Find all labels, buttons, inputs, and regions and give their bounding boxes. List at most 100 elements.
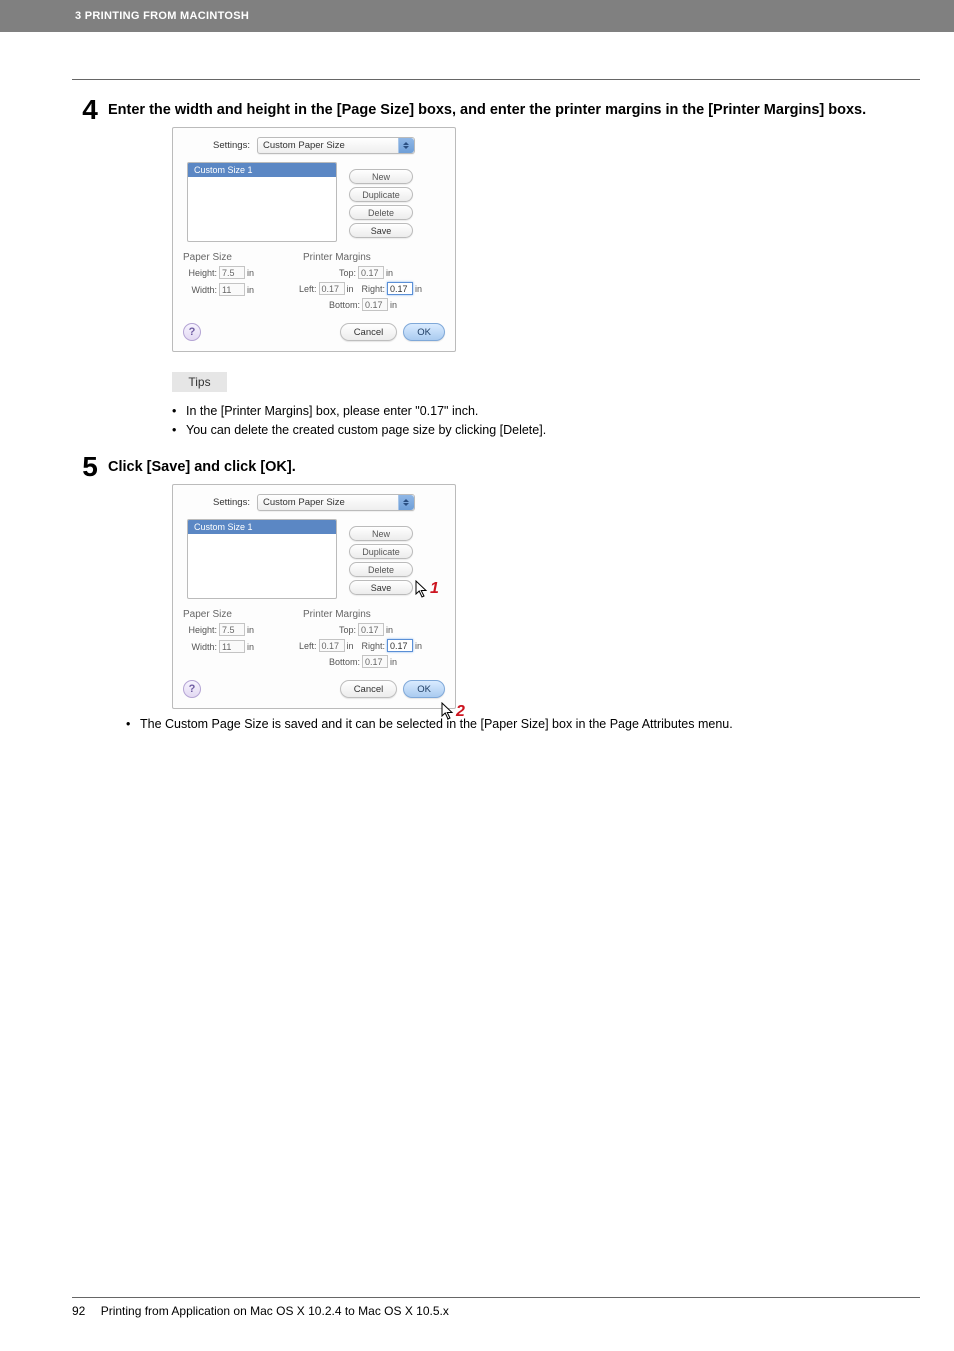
right-input[interactable]: 0.17 (387, 282, 413, 295)
closing-text: The Custom Page Size is saved and it can… (140, 717, 733, 731)
list-buttons: New Duplicate Delete Save (349, 169, 413, 242)
step-5-dialog-wrap: Settings: Custom Paper Size Custom Size … (172, 484, 920, 709)
step-5-text: Click [Save] and click [OK]. (108, 454, 296, 477)
new-button[interactable]: New (349, 526, 413, 541)
page-number: 92 (72, 1304, 85, 1318)
top-row: Top: 0.17 in (339, 623, 422, 636)
delete-button[interactable]: Delete (349, 562, 413, 577)
cursor-icon-1 (414, 580, 430, 598)
height-input[interactable]: 7.5 (219, 623, 245, 636)
bottom-unit: in (390, 657, 397, 667)
step-4-text: Enter the width and height in the [Page … (108, 97, 866, 120)
dialog-footer: ? Cancel OK (183, 323, 445, 341)
sizes-list-selected[interactable]: Custom Size 1 (188, 520, 336, 534)
height-unit: in (247, 268, 254, 278)
save-button[interactable]: Save (349, 223, 413, 238)
dialog-footer: ? Cancel OK (183, 680, 445, 698)
tip-1-text: In the [Printer Margins] box, please ent… (186, 402, 478, 421)
top-label: Top: (339, 268, 356, 278)
annotation-2: 2 (456, 703, 465, 721)
sizes-list[interactable]: Custom Size 1 (187, 519, 337, 599)
printer-margins-label: Printer Margins (303, 252, 371, 263)
bottom-input[interactable]: 0.17 (362, 655, 388, 668)
cancel-button[interactable]: Cancel (340, 323, 398, 341)
bottom-label: Bottom: (329, 300, 360, 310)
width-unit: in (247, 642, 254, 652)
step-4-row: 4 Enter the width and height in the [Pag… (72, 97, 920, 123)
footer-buttons: Cancel OK (340, 680, 445, 698)
width-row: Width: 11 in (183, 283, 291, 296)
paper-size-label: Paper Size (183, 609, 273, 620)
settings-label: Settings: (213, 497, 250, 508)
width-label: Width: (183, 285, 217, 295)
bottom-unit: in (390, 300, 397, 310)
top-input[interactable]: 0.17 (358, 266, 384, 279)
width-unit: in (247, 285, 254, 295)
ok-button[interactable]: OK (403, 323, 445, 341)
left-right-row: Left: 0.17 in Right: 0.17 in (299, 639, 422, 652)
width-row: Width: 11 in (183, 640, 291, 653)
width-input[interactable]: 11 (219, 640, 245, 653)
annotation-1: 1 (430, 580, 439, 598)
paper-size-inputs: Height: 7.5 in Width: 11 in (183, 266, 291, 311)
top-unit: in (386, 268, 393, 278)
header-title: 3 PRINTING FROM MACINTOSH (75, 10, 249, 22)
list-area: Custom Size 1 New Duplicate Delete Save (187, 162, 443, 242)
help-button[interactable]: ? (183, 680, 201, 698)
settings-value: Custom Paper Size (263, 140, 345, 151)
bullet-icon: • (126, 717, 140, 731)
margins-inputs: Top: 0.17 in Left: 0.17 in Right: 0.17 i… (299, 623, 422, 668)
left-input[interactable]: 0.17 (319, 639, 345, 652)
cancel-button[interactable]: Cancel (340, 680, 398, 698)
section-labels: Paper Size Printer Margins (183, 252, 445, 263)
step-5-row: 5 Click [Save] and click [OK]. (72, 454, 920, 480)
height-label: Height: (183, 268, 217, 278)
height-row: Height: 7.5 in (183, 266, 291, 279)
right-label: Right: (362, 641, 386, 651)
settings-dropdown[interactable]: Custom Paper Size (257, 494, 415, 511)
tip-2-text: You can delete the created custom page s… (186, 421, 546, 440)
height-input[interactable]: 7.5 (219, 266, 245, 279)
page-setup-dialog-1: Settings: Custom Paper Size Custom Size … (172, 127, 456, 352)
settings-dropdown[interactable]: Custom Paper Size (257, 137, 415, 154)
settings-value: Custom Paper Size (263, 497, 345, 508)
right-label: Right: (362, 284, 386, 294)
sizes-list[interactable]: Custom Size 1 (187, 162, 337, 242)
right-input[interactable]: 0.17 (387, 639, 413, 652)
cursor-icon-2 (440, 702, 456, 720)
height-label: Height: (183, 625, 217, 635)
top-input[interactable]: 0.17 (358, 623, 384, 636)
duplicate-button[interactable]: Duplicate (349, 187, 413, 202)
settings-row: Settings: Custom Paper Size (183, 137, 445, 154)
new-button[interactable]: New (349, 169, 413, 184)
save-button[interactable]: Save (349, 580, 413, 595)
page-footer: 92 Printing from Application on Mac OS X… (72, 1304, 449, 1318)
margins-inputs: Top: 0.17 in Left: 0.17 in Right: 0.17 i… (299, 266, 422, 311)
page: 3 PRINTING FROM MACINTOSH 4 Enter the wi… (0, 0, 954, 1351)
inputs-area: Height: 7.5 in Width: 11 in Top: (183, 266, 445, 311)
tip-1: •In the [Printer Margins] box, please en… (172, 402, 920, 421)
duplicate-button[interactable]: Duplicate (349, 544, 413, 559)
bottom-label: Bottom: (329, 657, 360, 667)
width-label: Width: (183, 642, 217, 652)
step-4-dialog-wrap: Settings: Custom Paper Size Custom Size … (172, 127, 920, 352)
list-area: Custom Size 1 New Duplicate Delete Save (187, 519, 443, 599)
tips-list: •In the [Printer Margins] box, please en… (172, 402, 920, 440)
bullet-icon: • (172, 421, 186, 440)
bullet-icon: • (172, 402, 186, 421)
width-input[interactable]: 11 (219, 283, 245, 296)
sizes-list-selected[interactable]: Custom Size 1 (188, 163, 336, 177)
dropdown-arrows-icon (398, 495, 414, 510)
bottom-input[interactable]: 0.17 (362, 298, 388, 311)
right-unit: in (415, 284, 422, 294)
header-band: 3 PRINTING FROM MACINTOSH (0, 0, 954, 32)
top-unit: in (386, 625, 393, 635)
delete-button[interactable]: Delete (349, 205, 413, 220)
top-row: Top: 0.17 in (339, 266, 422, 279)
left-input[interactable]: 0.17 (319, 282, 345, 295)
left-unit: in (347, 284, 354, 294)
tip-2: •You can delete the created custom page … (172, 421, 920, 440)
ok-button[interactable]: OK (403, 680, 445, 698)
height-unit: in (247, 625, 254, 635)
help-button[interactable]: ? (183, 323, 201, 341)
